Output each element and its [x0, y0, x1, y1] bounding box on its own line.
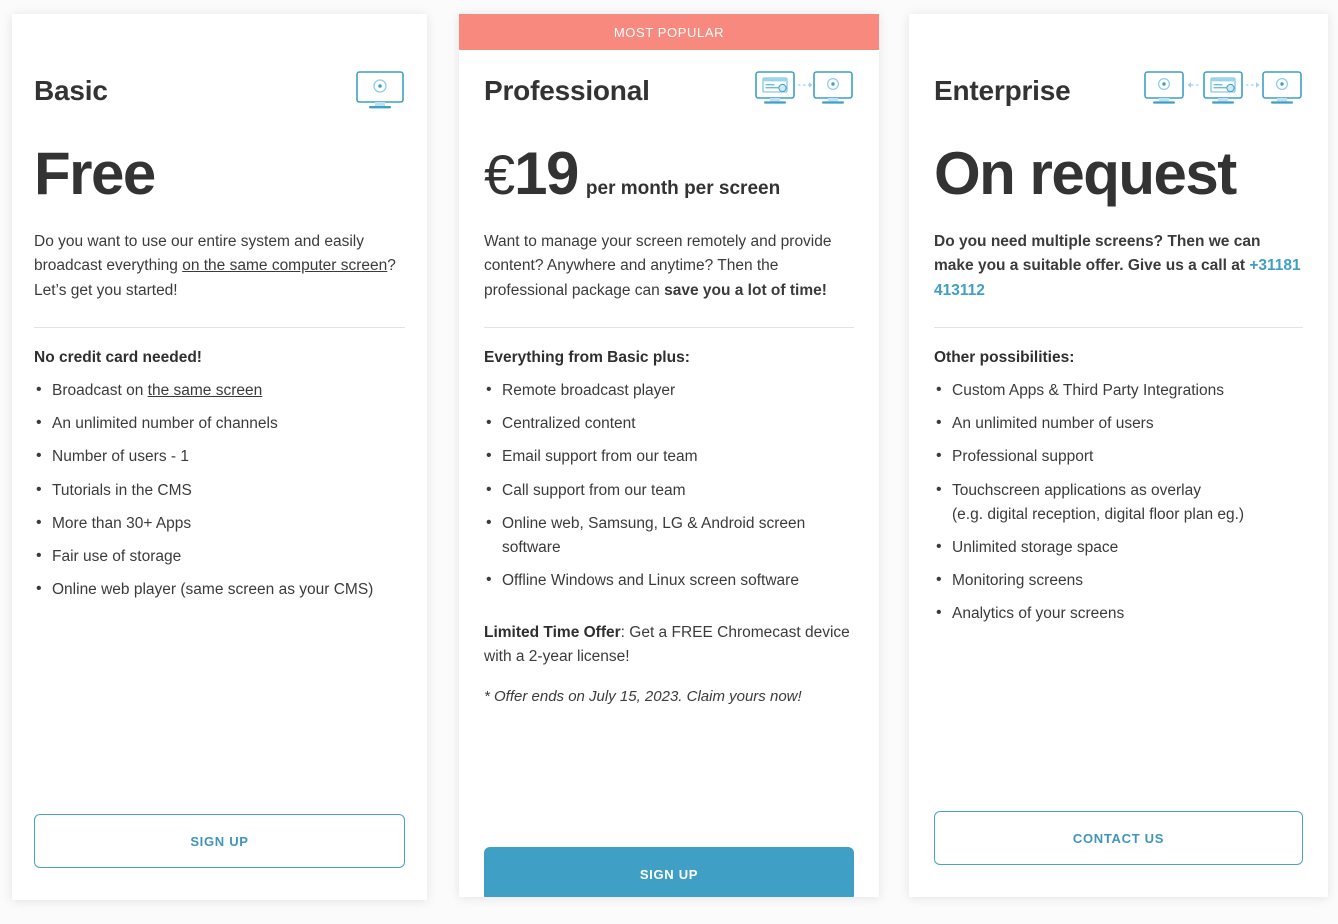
plan-description-enterprise: Do you need multiple screens? Then we ca… [934, 230, 1303, 303]
list-item: Monitoring screens [934, 568, 1303, 593]
features-title-professional: Everything from Basic plus: [484, 349, 690, 367]
plan-price-professional: € 19 per month per screen [484, 144, 854, 204]
list-item: Custom Apps & Third Party Integrations [934, 378, 1303, 403]
plan-description-enterprise-text: Do you need multiple screens? Then we ca… [934, 233, 1261, 275]
plan-description-basic-link[interactable]: on the same computer screen [182, 257, 387, 274]
signup-button-basic[interactable]: SIGN UP [34, 814, 405, 868]
plan-description-professional-emphasis: save you a lot of time! [664, 281, 827, 299]
list-item: An unlimited number of users [934, 411, 1303, 436]
price-value-professional: 19 [514, 140, 579, 207]
features-list-professional: Remote broadcast player Centralized cont… [484, 378, 854, 593]
plan-name-basic: Basic [34, 75, 108, 106]
plan-price-basic: Free [34, 144, 405, 204]
plan-description-professional: Want to manage your screen remotely and … [484, 230, 854, 303]
divider-professional [484, 327, 854, 329]
pricing-page: Basic Free Do you want to use our entire… [0, 0, 1338, 924]
list-item: Remote broadcast player [484, 378, 854, 403]
feature-text: Broadcast on [52, 382, 148, 400]
price-currency-professional: € [484, 143, 515, 206]
features-title-enterprise: Other possibilities: [934, 349, 1075, 367]
plan-name-professional: Professional [484, 75, 650, 106]
plan-header-basic: Basic [34, 14, 405, 112]
plan-name-enterprise: Enterprise [934, 75, 1071, 106]
list-item: An unlimited number of channels [34, 411, 405, 436]
price-period-professional: per month per screen [585, 178, 781, 199]
features-title-basic: No credit card needed! [34, 349, 202, 367]
list-item: More than 30+ Apps [34, 511, 405, 536]
list-item: Analytics of your screens [934, 601, 1303, 626]
list-item: Centralized content [484, 411, 854, 436]
pricing-card-professional: MOST POPULAR Professional € 19 per month… [459, 14, 879, 897]
offer-note: * Offer ends on July 15, 2023. Claim you… [484, 687, 802, 705]
two-monitor-flow-icon [754, 70, 854, 112]
offer-label: Limited Time Offer [484, 623, 621, 641]
divider-enterprise [934, 327, 1303, 329]
list-item: Broadcast on the same screen [34, 378, 405, 403]
list-item: Fair use of storage [34, 544, 405, 569]
three-monitor-network-icon [1143, 70, 1303, 112]
list-item: Touchscreen applications as overlay (e.g… [934, 477, 1303, 527]
signup-button-professional[interactable]: SIGN UP [484, 847, 854, 897]
pricing-card-basic: Basic Free Do you want to use our entire… [12, 14, 427, 900]
plan-header-enterprise: Enterprise [934, 14, 1303, 112]
list-item: Online web, Samsung, LG & Android screen… [484, 511, 854, 560]
features-list-basic: Broadcast on the same screen An unlimite… [34, 378, 405, 602]
features-list-enterprise: Custom Apps & Third Party Integrations A… [934, 378, 1303, 626]
limited-time-offer: Limited Time Offer: Get a FREE Chromecas… [484, 621, 854, 670]
list-item: Number of users - 1 [34, 444, 405, 469]
plan-price-enterprise: On request [934, 144, 1303, 204]
plan-description-basic: Do you want to use our entire system and… [34, 230, 405, 303]
list-item: Online web player (same screen as your C… [34, 577, 405, 602]
list-item: Offline Windows and Linux screen softwar… [484, 568, 854, 593]
feature-link[interactable]: the same screen [148, 382, 263, 399]
list-item: Tutorials in the CMS [34, 477, 405, 503]
price-value-enterprise: On request [934, 140, 1237, 207]
price-value-basic: Free [34, 140, 156, 207]
list-item: Email support from our team [484, 444, 854, 469]
list-item: Call support from our team [484, 477, 854, 503]
most-popular-badge: MOST POPULAR [459, 14, 879, 50]
plan-header-professional: Professional [484, 50, 854, 112]
single-monitor-icon [355, 70, 405, 112]
list-item: Unlimited storage space [934, 535, 1303, 560]
pricing-card-enterprise: Enterprise On request Do you need multip… [909, 14, 1328, 897]
contact-button-enterprise[interactable]: CONTACT US [934, 811, 1303, 865]
divider-basic [34, 327, 405, 329]
list-item: Professional support [934, 444, 1303, 469]
